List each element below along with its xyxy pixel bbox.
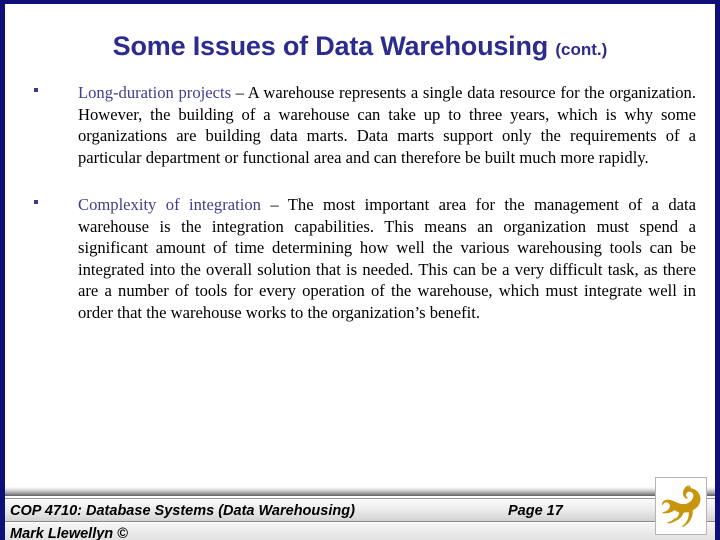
square-bullet-icon xyxy=(34,88,38,92)
ucf-pegasus-logo-icon xyxy=(661,485,701,528)
page-title: Some Issues of Data Warehousing (cont.) xyxy=(5,30,715,66)
bullet-term: Complexity of integration xyxy=(78,195,261,214)
ucf-pegasus-logo-frame xyxy=(655,477,707,535)
bullet-item-complexity-of-integration: Complexity of integration – The most imp… xyxy=(0,194,720,323)
footer-author-label: Mark Llewellyn © xyxy=(10,526,128,540)
footer-page-number: Page 17 xyxy=(508,503,563,519)
footer-gradient-rule xyxy=(5,487,715,496)
slide-border-top xyxy=(0,0,720,4)
slide-body: Long-duration projects – A warehouse rep… xyxy=(0,82,720,323)
bullet-term: Long-duration projects xyxy=(78,83,232,102)
page-title-main: Some Issues of Data Warehousing xyxy=(112,31,549,61)
bullet-item-long-duration-projects: Long-duration projects – A warehouse rep… xyxy=(0,82,720,168)
footer-course-label: COP 4710: Database Systems (Data Warehou… xyxy=(10,503,355,519)
page-title-suffix: (cont.) xyxy=(555,40,608,59)
square-bullet-icon xyxy=(34,200,38,204)
bullet-paragraph: Long-duration projects – A warehouse rep… xyxy=(78,82,696,168)
bullet-paragraph: Complexity of integration – The most imp… xyxy=(78,194,696,323)
slide: Some Issues of Data Warehousing (cont.) … xyxy=(0,0,720,540)
